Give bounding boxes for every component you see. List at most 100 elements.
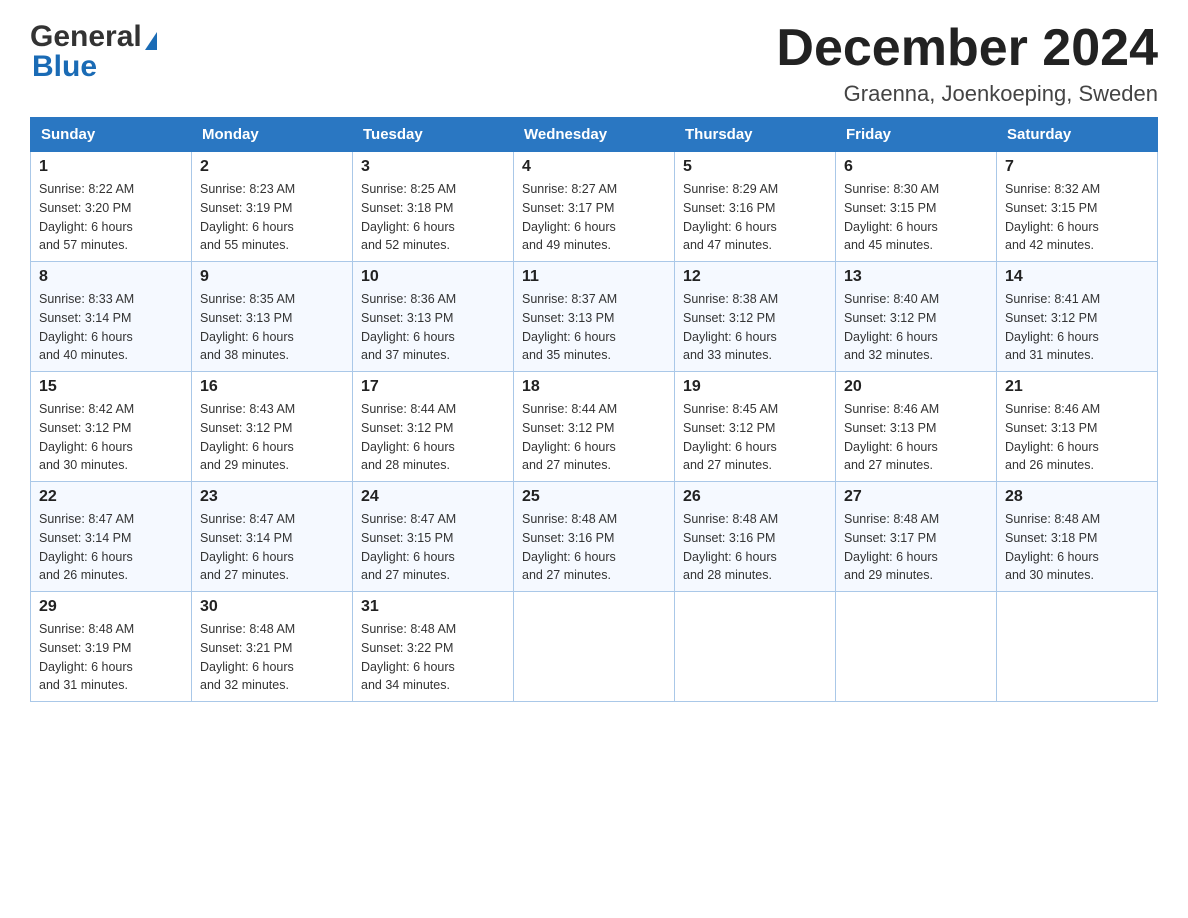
day-number: 30: [200, 598, 344, 616]
header-sunday: Sunday: [31, 118, 192, 152]
day-info: Sunrise: 8:41 AMSunset: 3:12 PMDaylight:…: [1005, 290, 1149, 365]
header-monday: Monday: [192, 118, 353, 152]
day-number: 12: [683, 268, 827, 286]
day-info: Sunrise: 8:36 AMSunset: 3:13 PMDaylight:…: [361, 290, 505, 365]
logo-blue-text: Blue: [32, 50, 97, 84]
day-info: Sunrise: 8:48 AMSunset: 3:21 PMDaylight:…: [200, 620, 344, 695]
day-number: 19: [683, 378, 827, 396]
day-number: 23: [200, 488, 344, 506]
day-info: Sunrise: 8:35 AMSunset: 3:13 PMDaylight:…: [200, 290, 344, 365]
day-info: Sunrise: 8:48 AMSunset: 3:16 PMDaylight:…: [683, 510, 827, 585]
calendar-cell: 8 Sunrise: 8:33 AMSunset: 3:14 PMDaylight…: [31, 262, 192, 372]
day-number: 26: [683, 488, 827, 506]
day-number: 14: [1005, 268, 1149, 286]
day-info: Sunrise: 8:30 AMSunset: 3:15 PMDaylight:…: [844, 180, 988, 255]
calendar-cell: 24 Sunrise: 8:47 AMSunset: 3:15 PMDayligh…: [353, 482, 514, 592]
calendar-week-row: 8 Sunrise: 8:33 AMSunset: 3:14 PMDaylight…: [31, 262, 1158, 372]
header-wednesday: Wednesday: [514, 118, 675, 152]
calendar-cell: 6 Sunrise: 8:30 AMSunset: 3:15 PMDaylight…: [836, 152, 997, 262]
day-info: Sunrise: 8:25 AMSunset: 3:18 PMDaylight:…: [361, 180, 505, 255]
calendar-cell: 10 Sunrise: 8:36 AMSunset: 3:13 PMDayligh…: [353, 262, 514, 372]
calendar-cell: 25 Sunrise: 8:48 AMSunset: 3:16 PMDayligh…: [514, 482, 675, 592]
day-info: Sunrise: 8:23 AMSunset: 3:19 PMDaylight:…: [200, 180, 344, 255]
calendar-cell: 29 Sunrise: 8:48 AMSunset: 3:19 PMDayligh…: [31, 592, 192, 702]
day-info: Sunrise: 8:48 AMSunset: 3:22 PMDaylight:…: [361, 620, 505, 695]
logo-arrow-icon: [145, 32, 157, 50]
day-number: 11: [522, 268, 666, 286]
day-info: Sunrise: 8:42 AMSunset: 3:12 PMDaylight:…: [39, 400, 183, 475]
day-info: Sunrise: 8:47 AMSunset: 3:14 PMDaylight:…: [200, 510, 344, 585]
calendar-cell: 20 Sunrise: 8:46 AMSunset: 3:13 PMDayligh…: [836, 372, 997, 482]
day-number: 18: [522, 378, 666, 396]
day-number: 24: [361, 488, 505, 506]
day-info: Sunrise: 8:27 AMSunset: 3:17 PMDaylight:…: [522, 180, 666, 255]
day-number: 31: [361, 598, 505, 616]
calendar-cell: [836, 592, 997, 702]
calendar-cell: 13 Sunrise: 8:40 AMSunset: 3:12 PMDayligh…: [836, 262, 997, 372]
calendar-cell: 23 Sunrise: 8:47 AMSunset: 3:14 PMDayligh…: [192, 482, 353, 592]
day-info: Sunrise: 8:48 AMSunset: 3:19 PMDaylight:…: [39, 620, 183, 695]
header-friday: Friday: [836, 118, 997, 152]
logo-general-text: General: [30, 20, 142, 54]
day-info: Sunrise: 8:48 AMSunset: 3:16 PMDaylight:…: [522, 510, 666, 585]
day-info: Sunrise: 8:44 AMSunset: 3:12 PMDaylight:…: [522, 400, 666, 475]
calendar-cell: [997, 592, 1158, 702]
day-number: 9: [200, 268, 344, 286]
calendar-week-row: 22 Sunrise: 8:47 AMSunset: 3:14 PMDayligh…: [31, 482, 1158, 592]
day-number: 20: [844, 378, 988, 396]
day-number: 7: [1005, 158, 1149, 176]
day-info: Sunrise: 8:37 AMSunset: 3:13 PMDaylight:…: [522, 290, 666, 365]
day-number: 22: [39, 488, 183, 506]
day-number: 2: [200, 158, 344, 176]
calendar-cell: [675, 592, 836, 702]
calendar-cell: 3 Sunrise: 8:25 AMSunset: 3:18 PMDaylight…: [353, 152, 514, 262]
day-info: Sunrise: 8:33 AMSunset: 3:14 PMDaylight:…: [39, 290, 183, 365]
day-number: 29: [39, 598, 183, 616]
calendar-cell: 12Sunrise: 8:38 AMSunset: 3:12 PMDayligh…: [675, 262, 836, 372]
day-info: Sunrise: 8:29 AMSunset: 3:16 PMDaylight:…: [683, 180, 827, 255]
day-info: Sunrise: 8:44 AMSunset: 3:12 PMDaylight:…: [361, 400, 505, 475]
month-year-title: December 2024: [776, 20, 1158, 77]
header-saturday: Saturday: [997, 118, 1158, 152]
calendar-cell: 22 Sunrise: 8:47 AMSunset: 3:14 PMDayligh…: [31, 482, 192, 592]
day-number: 10: [361, 268, 505, 286]
day-number: 6: [844, 158, 988, 176]
day-number: 4: [522, 158, 666, 176]
day-info: Sunrise: 8:46 AMSunset: 3:13 PMDaylight:…: [844, 400, 988, 475]
day-number: 25: [522, 488, 666, 506]
day-info: Sunrise: 8:43 AMSunset: 3:12 PMDaylight:…: [200, 400, 344, 475]
day-number: 27: [844, 488, 988, 506]
day-number: 13: [844, 268, 988, 286]
day-number: 3: [361, 158, 505, 176]
calendar-cell: 4 Sunrise: 8:27 AMSunset: 3:17 PMDaylight…: [514, 152, 675, 262]
day-number: 1: [39, 158, 183, 176]
day-number: 17: [361, 378, 505, 396]
calendar-cell: 9 Sunrise: 8:35 AMSunset: 3:13 PMDaylight…: [192, 262, 353, 372]
day-info: Sunrise: 8:45 AMSunset: 3:12 PMDaylight:…: [683, 400, 827, 475]
calendar-cell: 15 Sunrise: 8:42 AMSunset: 3:12 PMDayligh…: [31, 372, 192, 482]
day-info: Sunrise: 8:47 AMSunset: 3:15 PMDaylight:…: [361, 510, 505, 585]
calendar-cell: 7Sunrise: 8:32 AMSunset: 3:15 PMDaylight…: [997, 152, 1158, 262]
calendar-cell: 30 Sunrise: 8:48 AMSunset: 3:21 PMDayligh…: [192, 592, 353, 702]
calendar-cell: 26 Sunrise: 8:48 AMSunset: 3:16 PMDayligh…: [675, 482, 836, 592]
calendar-cell: 17 Sunrise: 8:44 AMSunset: 3:12 PMDayligh…: [353, 372, 514, 482]
calendar-cell: 19 Sunrise: 8:45 AMSunset: 3:12 PMDayligh…: [675, 372, 836, 482]
day-number: 21: [1005, 378, 1149, 396]
day-info: Sunrise: 8:47 AMSunset: 3:14 PMDaylight:…: [39, 510, 183, 585]
header-tuesday: Tuesday: [353, 118, 514, 152]
day-number: 15: [39, 378, 183, 396]
day-info: Sunrise: 8:22 AMSunset: 3:20 PMDaylight:…: [39, 180, 183, 255]
day-number: 5: [683, 158, 827, 176]
calendar-cell: 14 Sunrise: 8:41 AMSunset: 3:12 PMDayligh…: [997, 262, 1158, 372]
calendar-cell: 2 Sunrise: 8:23 AMSunset: 3:19 PMDaylight…: [192, 152, 353, 262]
logo: General Blue: [30, 20, 157, 84]
calendar-cell: 27Sunrise: 8:48 AMSunset: 3:17 PMDayligh…: [836, 482, 997, 592]
day-number: 8: [39, 268, 183, 286]
page-header: General Blue December 2024 Graenna, Joen…: [30, 20, 1158, 107]
calendar-cell: 5 Sunrise: 8:29 AMSunset: 3:16 PMDaylight…: [675, 152, 836, 262]
calendar-week-row: 15 Sunrise: 8:42 AMSunset: 3:12 PMDayligh…: [31, 372, 1158, 482]
day-info: Sunrise: 8:40 AMSunset: 3:12 PMDaylight:…: [844, 290, 988, 365]
calendar-week-row: 1 Sunrise: 8:22 AMSunset: 3:20 PMDaylight…: [31, 152, 1158, 262]
calendar-cell: 28Sunrise: 8:48 AMSunset: 3:18 PMDayligh…: [997, 482, 1158, 592]
calendar-cell: 11 Sunrise: 8:37 AMSunset: 3:13 PMDayligh…: [514, 262, 675, 372]
